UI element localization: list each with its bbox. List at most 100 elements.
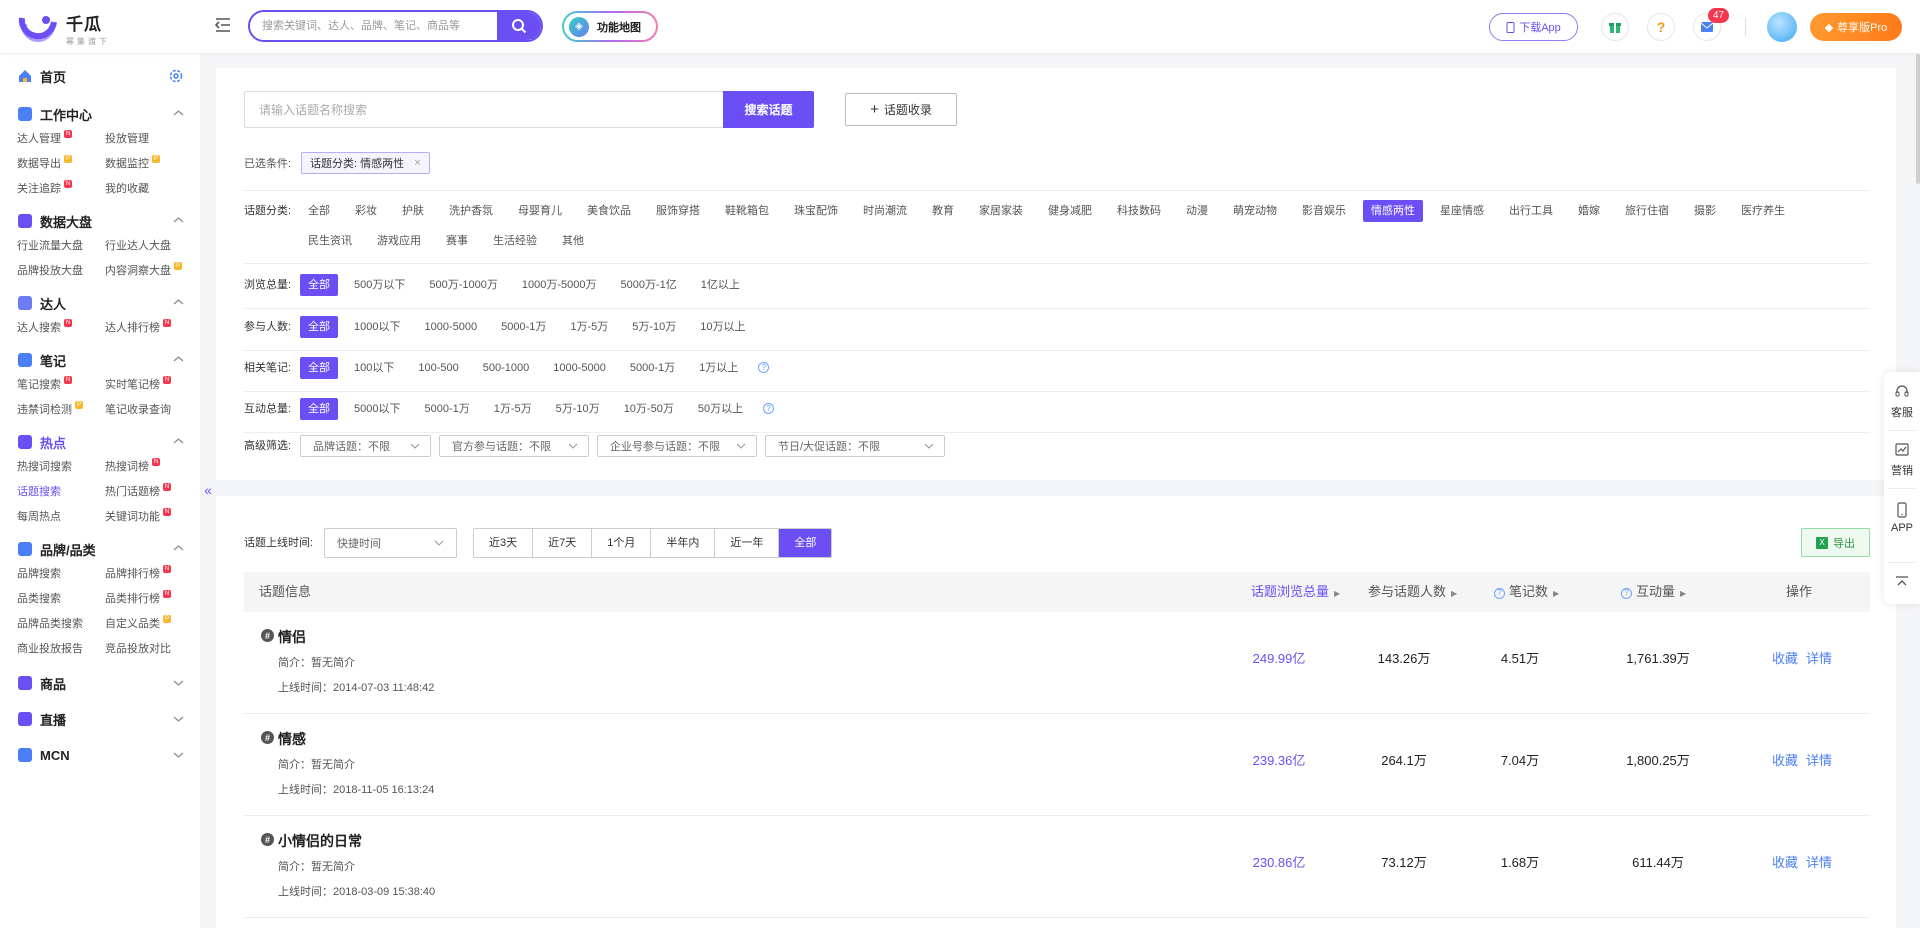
- filter-option[interactable]: 500-1000: [475, 357, 538, 379]
- export-button[interactable]: X 导出: [1801, 528, 1870, 557]
- advanced-filter-select[interactable]: 节日/大促话题：不限: [765, 435, 945, 457]
- global-search-button[interactable]: [497, 12, 541, 40]
- function-map-button[interactable]: ◈ 功能地图: [562, 11, 658, 42]
- advanced-filter-select[interactable]: 官方参与话题：不限: [439, 435, 589, 457]
- filter-option[interactable]: 1000-5000: [416, 316, 485, 338]
- header-views[interactable]: 话题浏览总量 ▶: [1251, 572, 1340, 612]
- filter-option[interactable]: 10万以上: [692, 316, 753, 338]
- topic-name[interactable]: 小情侣的日常: [278, 831, 362, 851]
- sidebar-item[interactable]: 热搜词搜索: [17, 458, 105, 477]
- sidebar-item[interactable]: 热搜词榜 N: [105, 458, 193, 477]
- sidebar-item[interactable]: 实时笔记榜 N: [105, 376, 193, 395]
- time-range-tab[interactable]: 全部: [779, 529, 832, 557]
- sidebar-item[interactable]: 达人搜索 N: [17, 319, 105, 338]
- filter-option[interactable]: 护肤: [394, 200, 432, 222]
- favorite-link[interactable]: 收藏: [1772, 753, 1798, 768]
- favorite-link[interactable]: 收藏: [1772, 855, 1798, 870]
- filter-option[interactable]: 旅行住宿: [1617, 200, 1677, 222]
- filter-option[interactable]: 500万-1000万: [421, 274, 506, 296]
- sidebar-item[interactable]: 每周热点: [17, 508, 105, 527]
- sidebar-item[interactable]: 自定义品类 P: [105, 615, 193, 634]
- filter-option[interactable]: 美食饮品: [579, 200, 639, 222]
- filter-option[interactable]: 全部: [300, 357, 338, 379]
- detail-link[interactable]: 详情: [1806, 753, 1832, 768]
- filter-option[interactable]: 500万以下: [346, 274, 413, 296]
- page-scrollbar[interactable]: [1916, 54, 1920, 184]
- topic-name[interactable]: 情感: [278, 729, 306, 749]
- filter-option[interactable]: 医疗养生: [1733, 200, 1793, 222]
- sidebar-item[interactable]: 商业投放报告: [17, 640, 105, 659]
- gear-icon[interactable]: [168, 68, 184, 84]
- detail-link[interactable]: 详情: [1806, 855, 1832, 870]
- filter-option[interactable]: 摄影: [1686, 200, 1724, 222]
- back-to-top-button[interactable]: [1884, 574, 1920, 594]
- sidebar-group-header[interactable]: 工作中心: [0, 98, 200, 130]
- filter-option[interactable]: 时尚潮流: [855, 200, 915, 222]
- sidebar-group-header[interactable]: 数据大盘: [0, 205, 200, 237]
- topic-search-button[interactable]: 搜索话题: [723, 91, 814, 128]
- time-range-tab[interactable]: 半年内: [651, 529, 716, 557]
- filter-option[interactable]: 服饰穿搭: [648, 200, 708, 222]
- advanced-filter-select[interactable]: 企业号参与话题：不限: [597, 435, 757, 457]
- sidebar-item[interactable]: 笔记搜索 N: [17, 376, 105, 395]
- sidebar-item[interactable]: 笔记收录查询: [105, 401, 193, 420]
- filter-option[interactable]: 1万以上: [691, 357, 746, 379]
- filter-option[interactable]: 洗护香氛: [441, 200, 501, 222]
- user-avatar[interactable]: [1767, 12, 1797, 42]
- filter-option[interactable]: 1万-5万: [562, 316, 616, 338]
- header-interactions[interactable]: ? 互动量 ▶: [1621, 572, 1686, 612]
- filter-option[interactable]: 其他: [554, 230, 592, 252]
- filter-option[interactable]: 科技数码: [1109, 200, 1169, 222]
- filter-option[interactable]: 民生资讯: [300, 230, 360, 252]
- sidebar-item[interactable]: 关键词功能 N: [105, 508, 193, 527]
- advanced-filter-select[interactable]: 品牌话题：不限: [300, 435, 431, 457]
- help-icon[interactable]: ?: [763, 403, 775, 414]
- sidebar-group-header[interactable]: 热点: [0, 426, 200, 458]
- sidebar-item[interactable]: 品牌排行榜 N: [105, 565, 193, 584]
- global-search-input[interactable]: [250, 12, 497, 40]
- filter-option[interactable]: 珠宝配饰: [786, 200, 846, 222]
- message-button[interactable]: 47: [1693, 8, 1730, 41]
- sidebar-group-header[interactable]: 品牌/品类: [0, 533, 200, 565]
- filter-option[interactable]: 50万以上: [690, 398, 751, 420]
- topic-name[interactable]: 情侣: [278, 627, 306, 647]
- detail-link[interactable]: 详情: [1806, 651, 1832, 666]
- sidebar-item[interactable]: 内容洞察大盘 P: [105, 262, 193, 281]
- sidebar-home[interactable]: 首页: [0, 54, 200, 98]
- filter-option[interactable]: 5000以下: [346, 398, 408, 420]
- gift-button[interactable]: [1601, 13, 1629, 41]
- filter-option[interactable]: 5000-1万: [493, 316, 554, 338]
- filter-option[interactable]: 1亿以上: [693, 274, 748, 296]
- close-icon[interactable]: ×: [414, 157, 420, 169]
- time-range-tab[interactable]: 1个月: [592, 529, 652, 557]
- help-button[interactable]: ?: [1647, 13, 1675, 41]
- sidebar-item[interactable]: 话题搜索: [17, 483, 105, 502]
- sidebar-item[interactable]: 品类搜索: [17, 590, 105, 609]
- sidebar-collapse-button[interactable]: «: [200, 470, 216, 510]
- filter-option[interactable]: 100-500: [410, 357, 466, 379]
- filter-option[interactable]: 1000以下: [346, 316, 408, 338]
- filter-option[interactable]: 10万-50万: [616, 398, 682, 420]
- sidebar-item[interactable]: 品类排行榜 N: [105, 590, 193, 609]
- filter-option[interactable]: 母婴育儿: [510, 200, 570, 222]
- help-icon[interactable]: ?: [758, 362, 770, 373]
- time-range-tab[interactable]: 近一年: [715, 529, 780, 557]
- filter-option[interactable]: 彩妆: [347, 200, 385, 222]
- header-participants[interactable]: 参与话题人数 ▶: [1368, 572, 1457, 612]
- filter-option[interactable]: 影音娱乐: [1294, 200, 1354, 222]
- sidebar-item[interactable]: 投放管理: [105, 130, 193, 149]
- filter-option[interactable]: 游戏应用: [369, 230, 429, 252]
- pro-version-button[interactable]: ◆ 尊享版Pro: [1810, 13, 1902, 41]
- filter-option[interactable]: 生活经验: [485, 230, 545, 252]
- sidebar-item[interactable]: 数据导出 P: [17, 155, 105, 174]
- filter-option[interactable]: 5000-1万: [622, 357, 683, 379]
- filter-option[interactable]: 5万-10万: [548, 398, 608, 420]
- marketing-button[interactable]: 营销: [1884, 442, 1920, 478]
- filter-option[interactable]: 5万-10万: [624, 316, 684, 338]
- time-range-tab[interactable]: 近7天: [533, 529, 593, 557]
- download-app-button[interactable]: 下载App: [1489, 13, 1578, 41]
- sidebar-item[interactable]: 品牌搜索: [17, 565, 105, 584]
- filter-option[interactable]: 全部: [300, 200, 338, 222]
- header-notes[interactable]: ? 笔记数 ▶: [1494, 572, 1559, 612]
- filter-option[interactable]: 1000万-5000万: [514, 274, 605, 296]
